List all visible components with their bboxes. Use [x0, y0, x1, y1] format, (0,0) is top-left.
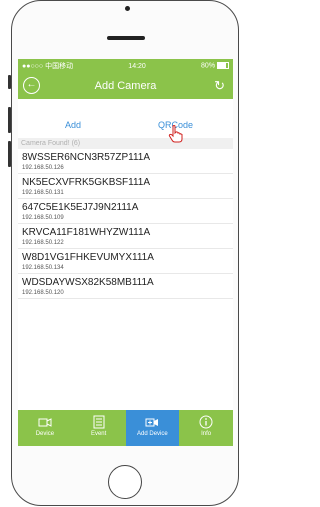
camera-row[interactable]: W8D1VG1FHKEVUMYX111A 192.168.50.134	[18, 249, 233, 274]
refresh-button[interactable]: ↻	[214, 77, 225, 94]
camera-ip: 192.168.50.120	[22, 290, 64, 296]
tab-event[interactable]: Event	[72, 410, 126, 446]
camera-id: W8D1VG1FHKEVUMYX111A	[22, 252, 154, 263]
refresh-icon: ↻	[214, 78, 225, 93]
camera-id: WDSDAYWSX82K58MB111A	[22, 277, 154, 288]
camera-id: KRVCA11F181WHYZW111A	[22, 227, 151, 238]
tab-info[interactable]: Info	[179, 410, 233, 446]
status-bar: ●●○○○ 中国移动 14:20 80%	[18, 59, 233, 73]
tab-add-device-label: Add Device	[137, 431, 168, 437]
camera-row[interactable]: WDSDAYWSX82K58MB111A 192.168.50.120	[18, 274, 233, 299]
camera-row[interactable]: NK5ECXVFRK5GKBSF111A 192.168.50.131	[18, 174, 233, 199]
camera-ip: 192.168.50.122	[22, 240, 64, 246]
page-title: Add Camera	[94, 80, 157, 92]
add-tab[interactable]: Add	[65, 120, 81, 130]
nav-bar: ← Add Camera ↻	[18, 73, 233, 99]
tab-device-label: Device	[35, 431, 55, 437]
clock: 14:20	[128, 62, 146, 70]
camera-icon	[38, 418, 52, 427]
camera-list: 8WSSER6NCN3R57ZP111A 192.168.50.126 NK5E…	[18, 149, 233, 299]
mute-switch	[8, 75, 11, 89]
camera-id: NK5ECXVFRK5GKBSF111A	[22, 177, 151, 188]
camera-ip: 192.168.50.126	[22, 165, 64, 171]
app-screen: ●●○○○ 中国移动 14:20 80% ← Add Camera ↻ Add …	[18, 59, 233, 446]
tab-bar: Device Event Add Device Info	[18, 410, 233, 446]
mode-selector: Add QRCode	[18, 99, 233, 143]
front-camera	[125, 6, 130, 11]
battery-icon	[217, 62, 229, 70]
tab-add-device[interactable]: Add Device	[125, 410, 180, 446]
section-header: Camera Found! (6)	[18, 138, 233, 149]
battery-indicator: 80%	[201, 62, 229, 70]
camera-row[interactable]: 647C5E1K5EJ7J9N2111A 192.168.50.109	[18, 199, 233, 224]
volume-down-button	[8, 141, 11, 167]
tab-event-label: Event	[90, 431, 107, 437]
earpiece-speaker	[107, 36, 145, 40]
camera-ip: 192.168.50.109	[22, 215, 64, 221]
tab-info-label: Info	[201, 431, 212, 437]
camera-ip: 192.168.50.131	[22, 190, 64, 196]
tab-device[interactable]: Device	[18, 410, 72, 446]
info-icon	[199, 415, 213, 429]
camera-ip: 192.168.50.134	[22, 265, 64, 271]
camera-row[interactable]: 8WSSER6NCN3R57ZP111A 192.168.50.126	[18, 149, 233, 174]
camera-id: 8WSSER6NCN3R57ZP111A	[22, 152, 151, 163]
list-icon	[93, 415, 105, 429]
carrier-label: ●●○○○ 中国移动	[22, 63, 74, 70]
volume-up-button	[8, 107, 11, 133]
add-camera-icon	[145, 418, 159, 427]
home-button[interactable]	[108, 465, 142, 499]
battery-percent: 80%	[201, 62, 216, 70]
camera-id: 647C5E1K5EJ7J9N2111A	[22, 202, 139, 213]
pointer-hand-icon	[168, 125, 183, 143]
camera-row[interactable]: KRVCA11F181WHYZW111A 192.168.50.122	[18, 224, 233, 249]
